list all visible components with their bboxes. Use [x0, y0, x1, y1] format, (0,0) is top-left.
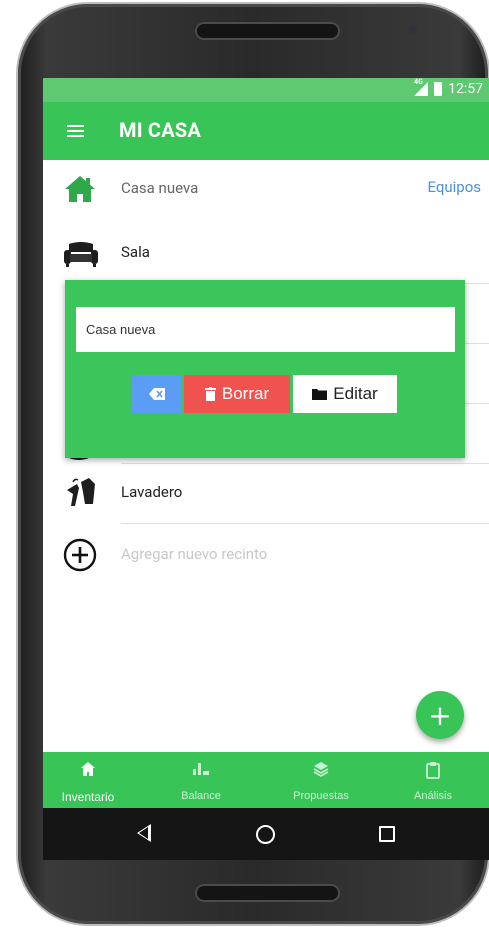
room-row-sala[interactable]: Sala [43, 224, 489, 284]
folder-icon [312, 389, 328, 400]
app-title: MI CASA [119, 118, 202, 142]
sofa-icon [64, 242, 98, 267]
bar-chart-icon [193, 763, 209, 775]
signal-icon: 4G [414, 78, 429, 96]
edit-button[interactable]: Editar [293, 375, 397, 413]
app-screen: 4G 12:57 MI CASA Casa nueva Equipos Sala… [43, 78, 489, 860]
tab-label: Propuestas [293, 790, 349, 802]
tab-inventario[interactable]: Inventario [43, 752, 133, 808]
delete-button[interactable]: Borrar [184, 375, 290, 413]
house-icon [65, 176, 95, 202]
tab-label: Análisis [414, 790, 452, 802]
add-room-label: Agregar nuevo recinto [121, 545, 268, 563]
tab-label: Inventario [61, 790, 115, 804]
tab-balance[interactable]: Balance [156, 752, 246, 808]
laundry-icon [67, 478, 95, 506]
tab-analisis[interactable]: Análisis [388, 752, 478, 808]
bottom-speaker [195, 884, 340, 902]
layers-icon [313, 762, 329, 777]
status-time: 12:57 [448, 81, 483, 97]
divider [121, 523, 489, 524]
front-camera [409, 26, 417, 34]
hamburger-menu-icon[interactable] [67, 125, 84, 137]
edit-label: Editar [333, 384, 378, 403]
room-row-lavadero[interactable]: Lavadero [43, 464, 489, 524]
network-type: 4G [414, 78, 423, 86]
system-navigation-bar [43, 808, 489, 860]
status-indicators: 4G 12:57 [414, 78, 483, 97]
clear-button[interactable] [132, 375, 181, 413]
home-icon [81, 762, 95, 776]
edit-house-dialog: Borrar Editar [65, 280, 465, 458]
house-name-input[interactable] [76, 307, 455, 352]
house-name: Casa nueva [121, 179, 199, 197]
house-row[interactable]: Casa nueva Equipos [43, 160, 489, 220]
add-room-row[interactable]: Agregar nuevo recinto [43, 526, 489, 586]
tab-propuestas[interactable]: Propuestas [276, 752, 366, 808]
dialog-actions: Borrar Editar [132, 375, 397, 413]
recent-apps-icon[interactable] [379, 826, 395, 842]
backspace-icon [148, 388, 165, 400]
battery-icon [434, 82, 443, 96]
add-circle-icon [63, 538, 97, 572]
home-circle-icon[interactable] [256, 825, 275, 844]
clipboard-icon [426, 762, 440, 779]
status-bar: 4G 12:57 [43, 78, 489, 102]
bottom-navigation: Inventario Balance Propuestas Análisis [43, 752, 489, 808]
add-fab-button[interactable]: + [416, 691, 464, 739]
back-icon[interactable] [137, 824, 151, 842]
equipos-link[interactable]: Equipos [427, 178, 481, 196]
trash-icon [204, 387, 216, 401]
delete-label: Borrar [221, 384, 270, 403]
earpiece-speaker [195, 22, 340, 40]
app-bar: MI CASA [43, 102, 489, 160]
room-label: Sala [121, 243, 150, 261]
room-label: Lavadero [121, 483, 183, 501]
tab-label: Balance [181, 790, 221, 802]
